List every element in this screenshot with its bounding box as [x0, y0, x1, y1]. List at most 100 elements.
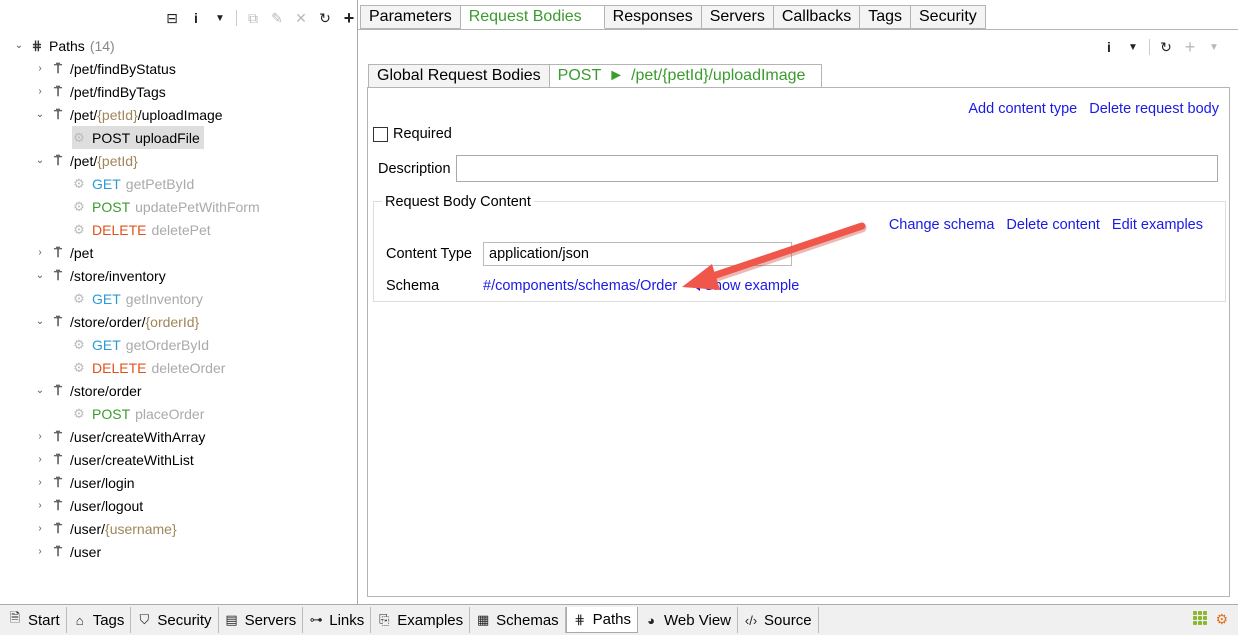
- chevron-down-icon[interactable]: ⌄: [12, 39, 26, 53]
- dropdown-icon[interactable]: ▼: [1123, 37, 1143, 57]
- show-example-toggle[interactable]: Show example: [693, 278, 799, 294]
- bottom-tab-start[interactable]: 🗎 Start: [2, 607, 67, 633]
- tree-path-item[interactable]: › ⍑ /user/logout: [0, 494, 356, 517]
- description-field[interactable]: [455, 155, 1218, 182]
- chevron-right-icon[interactable]: ›: [33, 545, 47, 559]
- path-segment: /user/: [70, 520, 106, 537]
- add-icon[interactable]: +: [339, 8, 359, 28]
- refresh-icon[interactable]: ↻: [315, 8, 335, 28]
- refresh-icon[interactable]: ↻: [1156, 37, 1176, 57]
- chevron-right-icon[interactable]: ›: [33, 62, 47, 76]
- tab-parameters[interactable]: Parameters: [360, 5, 461, 29]
- change-schema-link[interactable]: Change schema: [889, 217, 995, 233]
- chevron-right-icon[interactable]: ›: [33, 430, 47, 444]
- info-icon[interactable]: i: [186, 8, 206, 28]
- operation-entry[interactable]: ⚙ GET getInventory: [72, 287, 203, 310]
- copy-icon[interactable]: ⧉: [243, 8, 263, 28]
- bottom-navigation: 🗎 Start ⌂ Tags ⛉ Security ▤ Servers ⊶ Links ⎘ Examp…: [0, 604, 1238, 635]
- chevron-right-icon[interactable]: ›: [33, 522, 47, 536]
- tab-request-bodies[interactable]: Request Bodies: [460, 5, 605, 29]
- show-example-link[interactable]: Show example: [704, 278, 799, 294]
- tree-path-item[interactable]: ⌄ ⍑ /pet/{petId}/uploadImage: [0, 103, 356, 126]
- chevron-right-icon[interactable]: ›: [33, 499, 47, 513]
- tab-security[interactable]: Security: [911, 5, 986, 29]
- dropdown-icon[interactable]: ▼: [210, 8, 230, 28]
- tree-operation-item[interactable]: ⚙ POST uploadFile: [0, 126, 356, 149]
- tab-callbacks[interactable]: Callbacks: [773, 5, 861, 29]
- operation-entry[interactable]: ⚙ POST placeOrder: [72, 402, 204, 425]
- tab-global-request-bodies[interactable]: Global Request Bodies: [368, 64, 550, 88]
- apps-grid-icon[interactable]: [1193, 611, 1208, 625]
- tree-path-item[interactable]: › ⍑ /pet: [0, 241, 356, 264]
- tree-path-label: /pet/findByTags: [70, 84, 166, 100]
- tree-path-item[interactable]: ⌄ ⍑ /store/inventory: [0, 264, 356, 287]
- tree-path-item[interactable]: › ⍑ /user: [0, 540, 356, 563]
- chevron-down-icon[interactable]: ⌄: [33, 384, 47, 398]
- content-type-select[interactable]: application/json ⌄: [483, 242, 792, 266]
- bottom-tab-source[interactable]: ‹/› Source: [738, 607, 819, 633]
- tree-path-item[interactable]: › ⍑ /pet/findByStatus: [0, 57, 356, 80]
- group-title: Request Body Content: [382, 194, 534, 210]
- add-content-type-link[interactable]: Add content type: [968, 101, 1077, 117]
- tree-path-item[interactable]: › ⍑ /user/createWithArray: [0, 425, 356, 448]
- tab-responses[interactable]: Responses: [604, 5, 702, 29]
- tree-operation-item[interactable]: ⚙ GET getInventory: [0, 287, 356, 310]
- tree-path-item[interactable]: › ⍑ /user/createWithList: [0, 448, 356, 471]
- tab-servers[interactable]: Servers: [701, 5, 774, 29]
- chevron-down-icon[interactable]: ⌄: [33, 108, 47, 122]
- selected-operation[interactable]: ⚙ POST uploadFile: [72, 126, 204, 149]
- required-checkbox[interactable]: [373, 126, 388, 142]
- tree-operation-item[interactable]: ⚙ GET getPetById: [0, 172, 356, 195]
- schema-ref-link[interactable]: #/components/schemas/Order: [483, 278, 677, 294]
- dropdown-icon[interactable]: ▼: [1204, 37, 1224, 57]
- chevron-right-icon[interactable]: ›: [33, 476, 47, 490]
- operation-entry[interactable]: ⚙ DELETE deletePet: [72, 218, 210, 241]
- chevron-down-icon[interactable]: ⌄: [33, 315, 47, 329]
- tree-path-item[interactable]: › ⍑ /user/{username}: [0, 517, 356, 540]
- chevron-down-icon[interactable]: ⌄: [778, 246, 787, 259]
- tree-operation-item[interactable]: ⚙ DELETE deletePet: [0, 218, 356, 241]
- tree-path-label: /user: [70, 544, 101, 560]
- operation-entry[interactable]: ⚙ POST updatePetWithForm: [72, 195, 259, 218]
- tree-operation-item[interactable]: ⚙ POST placeOrder: [0, 402, 356, 425]
- tab-operation-request-body[interactable]: POST ► /pet/{petId}/uploadImage: [549, 64, 823, 88]
- delete-content-link[interactable]: Delete content: [1006, 217, 1100, 233]
- tree-path-item[interactable]: › ⍑ /pet/findByTags: [0, 80, 356, 103]
- chevron-right-icon[interactable]: ›: [33, 453, 47, 467]
- bottom-tab-security[interactable]: ⛉ Security: [131, 607, 219, 633]
- operation-entry[interactable]: ⚙ GET getPetById: [72, 172, 194, 195]
- tree-path-item[interactable]: ⌄ ⍑ /store/order/{orderId}: [0, 310, 356, 333]
- delete-icon[interactable]: ✕: [291, 8, 311, 28]
- bottom-tab-servers[interactable]: ▤ Servers: [218, 607, 304, 633]
- chevron-right-icon[interactable]: ›: [33, 85, 47, 99]
- chevron-down-icon[interactable]: ⌄: [33, 269, 47, 283]
- bottom-tab-examples[interactable]: ⎘ Examples: [371, 607, 471, 633]
- tree-operation-item[interactable]: ⚙ DELETE deleteOrder: [0, 356, 356, 379]
- add-icon[interactable]: +: [1180, 37, 1200, 57]
- edit-examples-link[interactable]: Edit examples: [1112, 217, 1203, 233]
- tree-path-item[interactable]: ⌄ ⍑ /store/order: [0, 379, 356, 402]
- chevron-down-icon[interactable]: ⌄: [33, 154, 47, 168]
- gears-icon[interactable]: ⚙: [1215, 611, 1228, 628]
- tree-root-paths[interactable]: ⌄ ⋕ Paths (14): [0, 34, 356, 57]
- collapse-all-icon[interactable]: ⊟: [162, 8, 182, 28]
- triangle-left-icon: [693, 281, 701, 291]
- paths-tree: ⌄ ⋕ Paths (14) › ⍑ /pet/findByStatus › ⍑ /pet…: [0, 34, 356, 563]
- tree-operation-item[interactable]: ⚙ GET getOrderById: [0, 333, 356, 356]
- bottom-tab-links[interactable]: ⊶ Links: [303, 607, 372, 633]
- info-icon[interactable]: i: [1099, 37, 1119, 57]
- chevron-right-icon[interactable]: ›: [33, 246, 47, 260]
- operation-entry[interactable]: ⚙ DELETE deleteOrder: [72, 356, 225, 379]
- operation-entry[interactable]: ⚙ GET getOrderById: [72, 333, 209, 356]
- tree-operation-item[interactable]: ⚙ POST updatePetWithForm: [0, 195, 356, 218]
- tab-tags[interactable]: Tags: [860, 5, 911, 29]
- bottom-tab-schemas[interactable]: ▦ Schemas: [470, 607, 566, 633]
- tree-path-item[interactable]: › ⍑ /user/login: [0, 471, 356, 494]
- edit-icon[interactable]: ✎: [267, 8, 287, 28]
- bottom-tab-web-view[interactable]: ◕ Web View: [638, 607, 739, 633]
- tree-path-item[interactable]: ⌄ ⍑ /pet/{petId}: [0, 149, 356, 172]
- bottom-tab-tags[interactable]: ⌂ Tags: [66, 607, 132, 633]
- delete-request-body-link[interactable]: Delete request body: [1089, 101, 1219, 117]
- tab-label: Global Request Bodies: [377, 67, 541, 84]
- bottom-tab-paths[interactable]: ⋕ Paths: [565, 607, 639, 633]
